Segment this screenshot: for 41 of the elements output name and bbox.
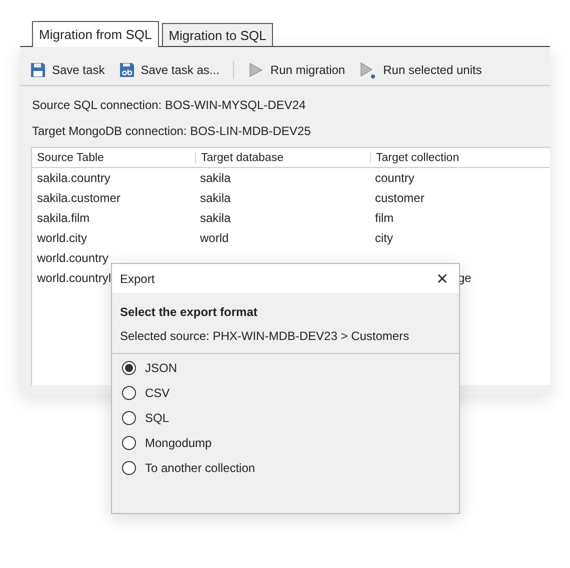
toolbar-button[interactable]: Save task as...: [118, 62, 220, 78]
table-cell: sakila: [200, 191, 231, 205]
table-cell: sakila.country: [37, 171, 110, 185]
radio-option[interactable]: Mongodump: [122, 436, 449, 450]
connection-label: Source SQL connection: BOS-WIN-MYSQL-DEV24: [32, 98, 307, 112]
table-cell: city: [375, 231, 393, 245]
close-button[interactable]: ✕: [434, 270, 451, 288]
column-header[interactable]: Source Table: [32, 152, 195, 164]
table-cell: sakila: [200, 171, 231, 185]
toolbar-button[interactable]: Save task: [30, 62, 105, 78]
table-cell: world.city: [37, 231, 88, 245]
dialog-title: Export: [120, 272, 155, 286]
radio-button[interactable]: [122, 436, 136, 450]
tab[interactable]: Migration to SQL: [162, 23, 274, 46]
radio-option[interactable]: SQL: [122, 411, 449, 425]
table-cell: country: [375, 171, 414, 185]
radio-button[interactable]: [122, 461, 136, 475]
toolbar-button[interactable]: Run selected units: [359, 62, 482, 78]
radio-button[interactable]: [122, 411, 136, 425]
table-cell: world: [200, 231, 229, 245]
radio-option[interactable]: JSON: [122, 361, 449, 375]
radio-option[interactable]: CSV: [122, 386, 449, 400]
column-header[interactable]: Target collection: [370, 152, 550, 164]
table-cell: customer: [375, 191, 424, 205]
table-cell: sakila: [200, 211, 231, 225]
dialog-heading: Select the export format: [120, 305, 258, 319]
selected-source-label: Selected source: PHX-WIN-MDB-DEV23 > Customers: [120, 329, 410, 343]
radio-option[interactable]: To another collection: [122, 461, 449, 475]
table-cell: sakila.customer: [37, 191, 120, 205]
table-cell: film: [375, 211, 394, 225]
connection-label: Target MongoDB connection: BOS-LIN-MDB-DEV25: [32, 124, 312, 138]
radio-button[interactable]: [122, 386, 136, 400]
tab[interactable]: Migration from SQL: [32, 21, 159, 47]
column-header[interactable]: Target database: [195, 152, 370, 164]
table-cell: world.country: [37, 251, 108, 265]
play-icon: [248, 62, 264, 78]
table-cell: world.countryl: [37, 271, 112, 285]
toolbar-button[interactable]: Run migration: [248, 62, 346, 78]
table-cell: sakila.film: [37, 211, 90, 225]
radio-button[interactable]: [122, 361, 136, 375]
play-dot-icon: [359, 62, 378, 78]
